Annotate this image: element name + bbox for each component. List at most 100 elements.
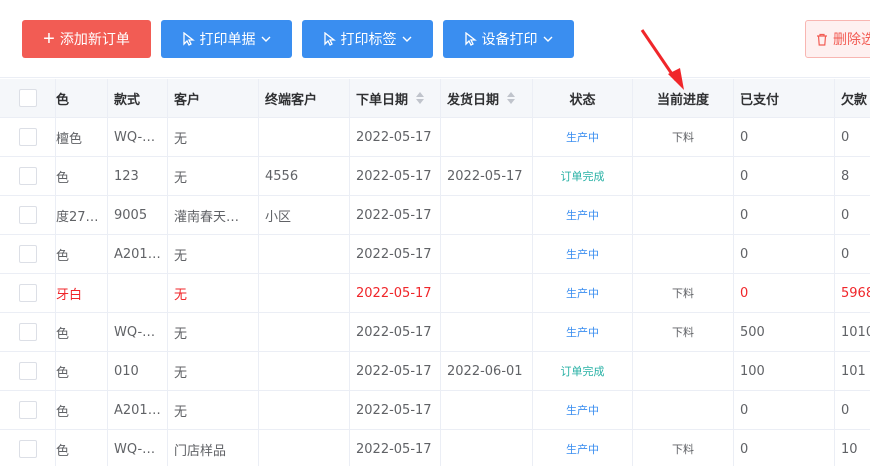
cell-order-date-text: 2022-05-17 [356,129,432,145]
cell-status-text: 订单完成 [560,170,605,183]
cell-paid-text: 0 [740,168,749,184]
cell-style: 123 [108,157,168,195]
cell-owed: 1010 [835,313,870,351]
row-checkbox[interactable] [18,245,37,263]
cell-owed: 8 [835,157,870,195]
cell-paid-text: 0 [740,441,749,457]
cell-ship-date [441,313,533,351]
cell-owed-text: 1010 [841,324,870,340]
cell-color-text: 度27… [56,209,99,225]
cell-customer: 门店样品 [168,430,259,466]
cell-owed-text: 101 [841,363,866,379]
cell-color-text: 色 [56,443,70,459]
row-checkbox[interactable] [18,128,37,146]
cell-end-customer-text: 小区 [265,209,292,225]
cell-owed: 0 [835,391,870,429]
sort-icon[interactable] [507,92,516,104]
cell-paid: 0 [734,274,835,312]
table-row[interactable]: 色 A201… 无 2022-05-17 生产中 0 0 [0,391,870,430]
row-checkbox[interactable] [18,401,37,419]
cell-end-customer-text: 4556 [265,168,299,184]
device-print-label: 设备打印 [481,31,538,47]
cell-customer-text: 无 [174,287,188,303]
print-document-button[interactable]: 打印单据 [161,20,292,58]
cell-owed: 101 [835,352,870,390]
cell-ship-date [441,274,533,312]
row-checkbox[interactable] [18,206,37,224]
print-label-button[interactable]: 打印标签 [302,20,433,58]
cell-style: WQ-… [108,313,168,351]
row-select-cell [0,313,56,351]
cell-ship-date: 2022-05-17 [441,157,533,195]
row-select-cell [0,235,56,273]
cell-color: 色 [56,235,108,273]
row-select-cell [0,274,56,312]
cell-paid-text: 100 [740,363,765,379]
row-checkbox[interactable] [18,440,37,458]
delete-selected-label: 删除选 [833,31,870,47]
cell-status-text: 生产中 [566,131,599,144]
table-row[interactable]: 度27… 9005 灌南春天… 小区 2022-05-17 生产中 0 0 [0,196,870,235]
cell-paid: 0 [734,235,835,273]
table-row[interactable]: 色 123 无 4556 2022-05-17 2022-05-17 订单完成 0 8 [0,157,870,196]
cursor-icon [323,32,336,46]
cursor-icon [182,32,195,46]
delete-selected-button[interactable]: 删除选 [805,20,870,58]
cell-color-text: 色 [56,326,70,342]
header-ship-date[interactable]: 发货日期 [441,79,533,117]
add-order-button[interactable]: + 添加新订单 [22,20,151,58]
cell-customer: 无 [168,313,259,351]
cell-order-date: 2022-05-17 [350,430,441,466]
row-checkbox[interactable] [18,362,37,380]
row-select-cell [0,352,56,390]
row-checkbox[interactable] [18,323,37,341]
cell-progress [633,352,734,390]
cell-style-text: WQ-… [114,324,156,340]
cell-order-date: 2022-05-17 [350,391,441,429]
cell-progress [633,157,734,195]
header-status: 状态 [533,79,633,117]
header-paid: 已支付 [734,79,835,117]
cell-color-text: 檀色 [56,131,83,147]
cell-ship-date [441,430,533,466]
row-select-cell [0,118,56,156]
table-row[interactable]: 色 WQ-… 无 2022-05-17 生产中 下料 500 1010 [0,313,870,352]
cell-color: 度27… [56,196,108,234]
cell-paid-text: 0 [740,207,749,223]
table-row[interactable]: 色 A201… 无 2022-05-17 生产中 0 0 [0,235,870,274]
table-row[interactable]: 色 WQ-… 门店样品 2022-05-17 生产中 下料 0 10 [0,430,870,466]
cell-customer: 灌南春天… [168,196,259,234]
cell-style: 010 [108,352,168,390]
table-row[interactable]: 牙白 无 2022-05-17 生产中 下料 0 5968 [0,274,870,313]
row-checkbox[interactable] [18,167,37,185]
cell-order-date-text: 2022-05-17 [356,246,432,262]
cell-color-text: 色 [56,170,70,186]
sort-icon[interactable] [416,92,425,104]
add-order-label: 添加新订单 [59,31,130,47]
header-order-date-label: 下单日期 [356,92,409,108]
cell-customer-text: 无 [174,326,188,342]
cell-color: 色 [56,430,108,466]
cell-status: 生产中 [533,391,633,429]
table-row[interactable]: 色 010 无 2022-05-17 2022-06-01 订单完成 100 101 [0,352,870,391]
cell-style: A201… [108,235,168,273]
row-checkbox[interactable] [18,284,37,302]
cell-customer-text: 无 [174,248,188,264]
header-order-date[interactable]: 下单日期 [350,79,441,117]
header-color: 色 [56,79,108,117]
cell-owed-text: 5968 [841,285,870,301]
cell-color: 色 [56,391,108,429]
cell-style: 9005 [108,196,168,234]
table-row[interactable]: 檀色 WQ-… 无 2022-05-17 生产中 下料 0 0 [0,118,870,157]
select-all-checkbox[interactable] [18,89,37,107]
cell-owed: 5968 [835,274,870,312]
cell-paid-text: 0 [740,285,749,301]
device-print-button[interactable]: 设备打印 [443,20,574,58]
cell-customer-text: 门店样品 [174,443,227,459]
cell-customer: 无 [168,118,259,156]
cell-color: 色 [56,352,108,390]
header-end-customer: 终端客户 [259,79,350,117]
cell-order-date-text: 2022-05-17 [356,363,432,379]
cell-customer-text: 无 [174,131,188,147]
cell-color: 牙白 [56,274,108,312]
